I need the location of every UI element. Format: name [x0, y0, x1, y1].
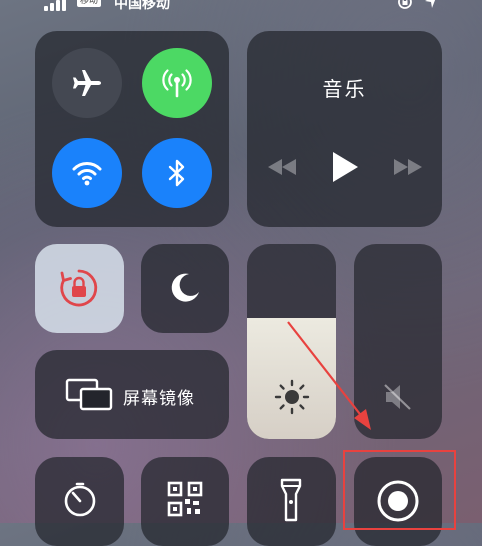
bluetooth-icon [168, 159, 185, 187]
timer-button[interactable] [35, 457, 124, 546]
sun-icon [274, 379, 310, 415]
volume-slider[interactable] [354, 244, 442, 439]
screen-mirroring-button[interactable]: 屏幕镜像 [35, 350, 229, 439]
timer-icon [64, 482, 96, 517]
qr-scanner-button[interactable] [141, 457, 229, 546]
status-bar: 移动 中国移动 [0, 0, 482, 13]
music-title: 音乐 [322, 77, 367, 101]
wifi-button[interactable] [52, 138, 122, 208]
cellular-data-button[interactable] [142, 48, 212, 118]
airplane-icon [73, 70, 101, 96]
highlight-box [343, 450, 456, 530]
connectivity-panel [35, 31, 229, 227]
screen-mirroring-icon [65, 378, 113, 411]
carrier-name: 中国移动 [114, 0, 170, 12]
qr-code-icon [167, 481, 203, 517]
signal-bars-icon [44, 0, 66, 11]
speaker-muted-icon [384, 384, 411, 410]
location-arrow-icon [425, 0, 436, 8]
wifi-icon [72, 162, 102, 186]
screen-mirroring-label: 屏幕镜像 [123, 389, 195, 409]
brightness-slider[interactable] [247, 244, 336, 439]
play-icon[interactable] [331, 151, 359, 183]
carrier-badge: 移动 [77, 0, 102, 7]
moon-icon [171, 273, 199, 302]
orientation-lock-toggle[interactable] [35, 244, 124, 333]
flashlight-button[interactable] [247, 457, 336, 546]
flashlight-icon [280, 478, 302, 522]
do-not-disturb-toggle[interactable] [141, 244, 229, 333]
fast-forward-icon[interactable] [393, 158, 423, 176]
lock-rotation-icon [60, 269, 98, 307]
airplane-mode-button[interactable] [52, 48, 122, 118]
orientation-lock-icon [398, 0, 412, 9]
music-panel[interactable]: 音乐 [247, 31, 442, 227]
cellular-antenna-icon [162, 69, 192, 98]
bluetooth-button[interactable] [142, 138, 212, 208]
rewind-icon[interactable] [267, 158, 297, 176]
